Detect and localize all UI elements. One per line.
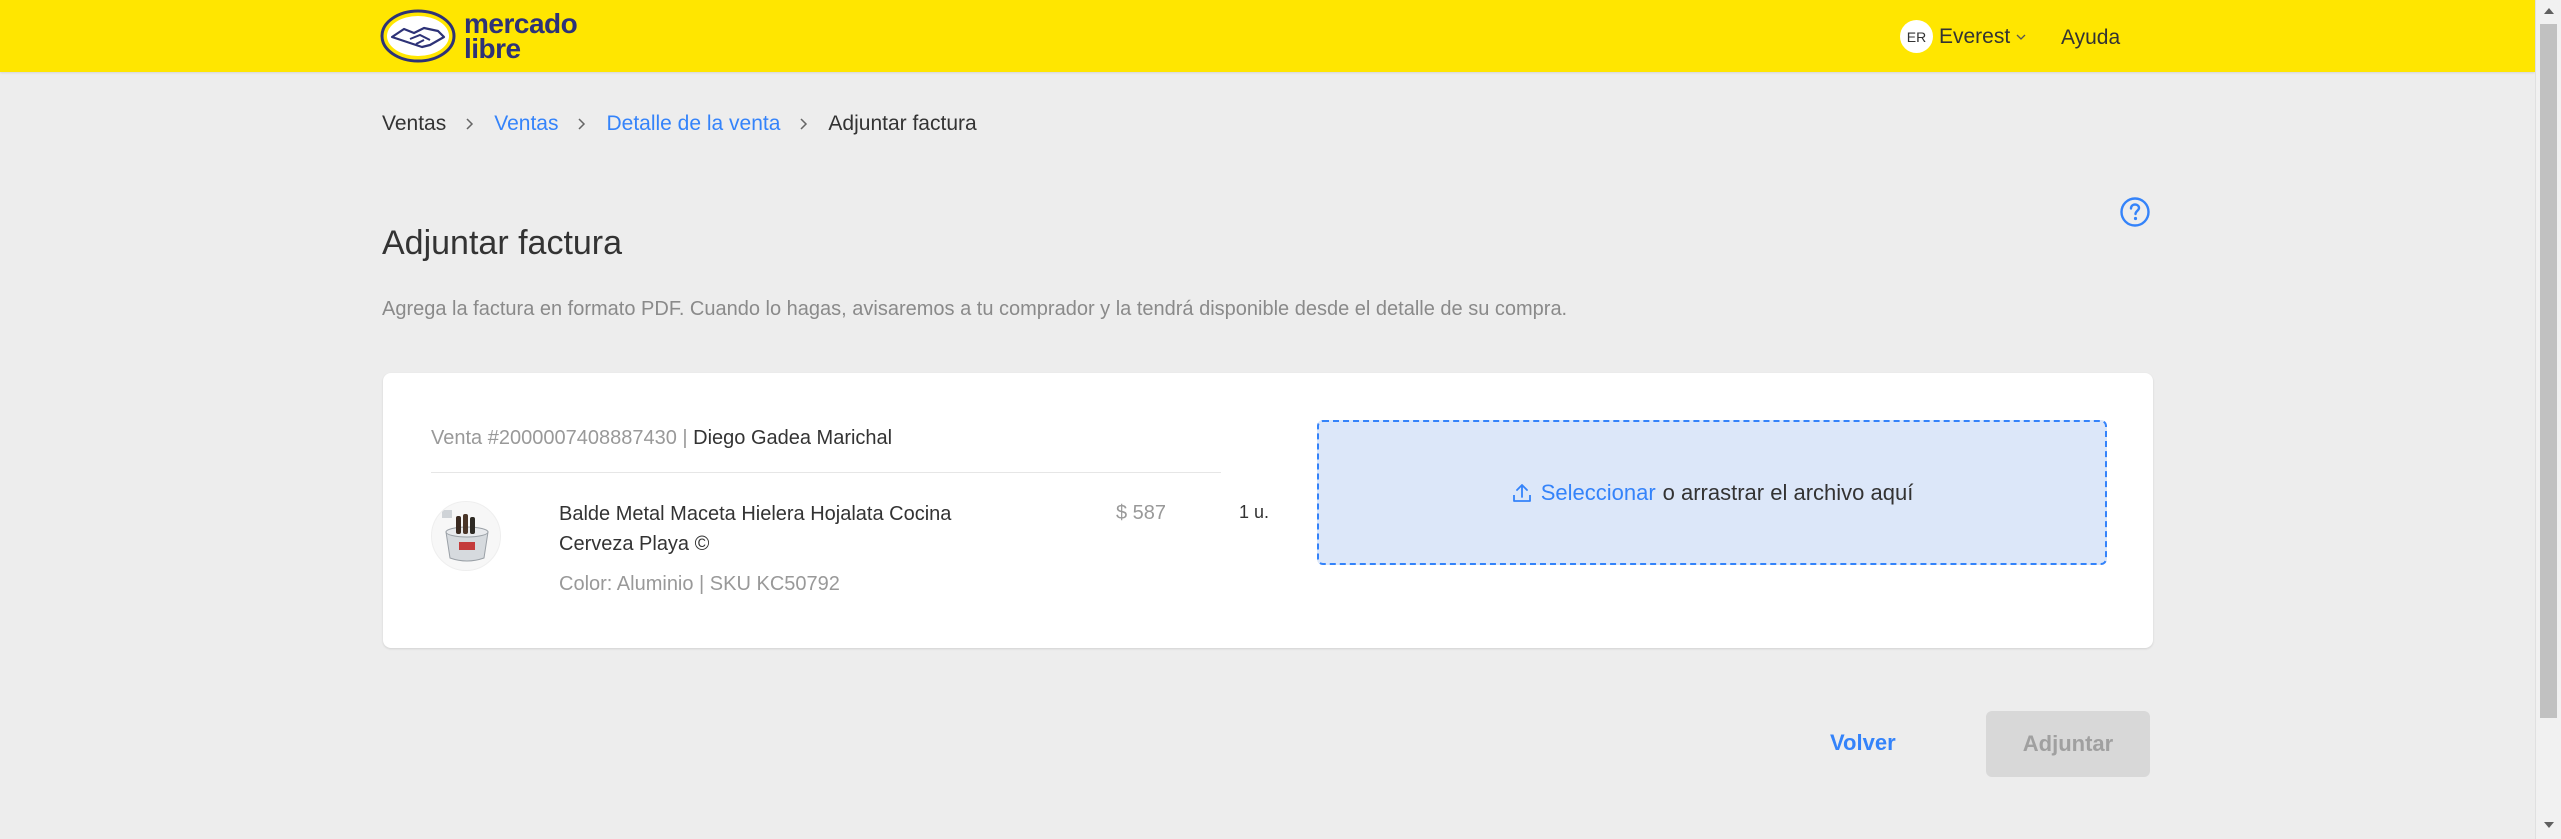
avatar: ER	[1900, 20, 1933, 53]
sale-header: Venta #2000007408887430 | Diego Gadea Ma…	[431, 427, 892, 450]
scroll-up-arrow-icon[interactable]	[2544, 8, 2554, 14]
dropzone-hint: o arrastrar el archivo aquí	[1662, 479, 1914, 505]
buyer-name: Diego Gadea Marichal	[693, 427, 893, 449]
user-name: Everest	[1939, 24, 2011, 48]
product-price: $ 587	[1116, 502, 1167, 524]
page-subtitle: Agrega la factura en formato PDF. Cuando…	[382, 298, 1568, 320]
sale-separator: |	[676, 427, 694, 449]
page-title: Adjuntar factura	[382, 224, 623, 262]
product-meta: Color: Aluminio | SKU KC50792	[559, 573, 840, 595]
product-title: Balde Metal Maceta Hielera Hojalata Coci…	[559, 503, 952, 555]
product-thumbnail	[431, 501, 501, 571]
scroll-thumb[interactable]	[2540, 24, 2557, 718]
breadcrumb-item-ventas-root: Ventas	[382, 112, 447, 135]
breadcrumb: Ventas Ventas Detalle de la venta Adjunt…	[382, 112, 977, 136]
handshake-logo-icon	[380, 9, 456, 63]
chevron-right-icon	[799, 117, 809, 131]
logo-text: mercado libre	[464, 7, 578, 64]
vertical-scrollbar[interactable]	[2535, 0, 2561, 839]
product-quantity: 1 u.	[1239, 502, 1270, 522]
upload-icon	[1512, 483, 1531, 502]
top-header: mercado libre ER Everest Ayuda	[0, 0, 2535, 72]
invoice-card: Venta #2000007408887430 | Diego Gadea Ma…	[383, 373, 2153, 648]
help-link[interactable]: Ayuda	[2061, 26, 2120, 50]
user-menu[interactable]: ER Everest	[1900, 20, 2026, 53]
scroll-down-arrow-icon[interactable]	[2544, 822, 2554, 828]
chevron-down-icon	[2016, 34, 2026, 40]
mercadolibre-logo[interactable]: mercado libre	[380, 7, 578, 64]
question-circle-icon[interactable]	[2119, 196, 2151, 228]
sale-number: Venta #2000007408887430	[431, 427, 677, 449]
back-button[interactable]: Volver	[1830, 730, 1896, 756]
ice-bucket-image	[432, 502, 500, 570]
chevron-right-icon	[577, 117, 587, 131]
attach-button[interactable]: Adjuntar	[1986, 711, 2150, 777]
file-dropzone[interactable]: Seleccionar o arrastrar el archivo aquí	[1317, 420, 2107, 565]
divider	[431, 472, 1221, 473]
chevron-right-icon	[465, 117, 475, 131]
breadcrumb-item-current: Adjuntar factura	[828, 112, 977, 135]
select-file-link[interactable]: Seleccionar	[1541, 480, 1656, 506]
breadcrumb-item-detalle[interactable]: Detalle de la venta	[606, 112, 780, 136]
breadcrumb-item-ventas[interactable]: Ventas	[494, 112, 558, 136]
